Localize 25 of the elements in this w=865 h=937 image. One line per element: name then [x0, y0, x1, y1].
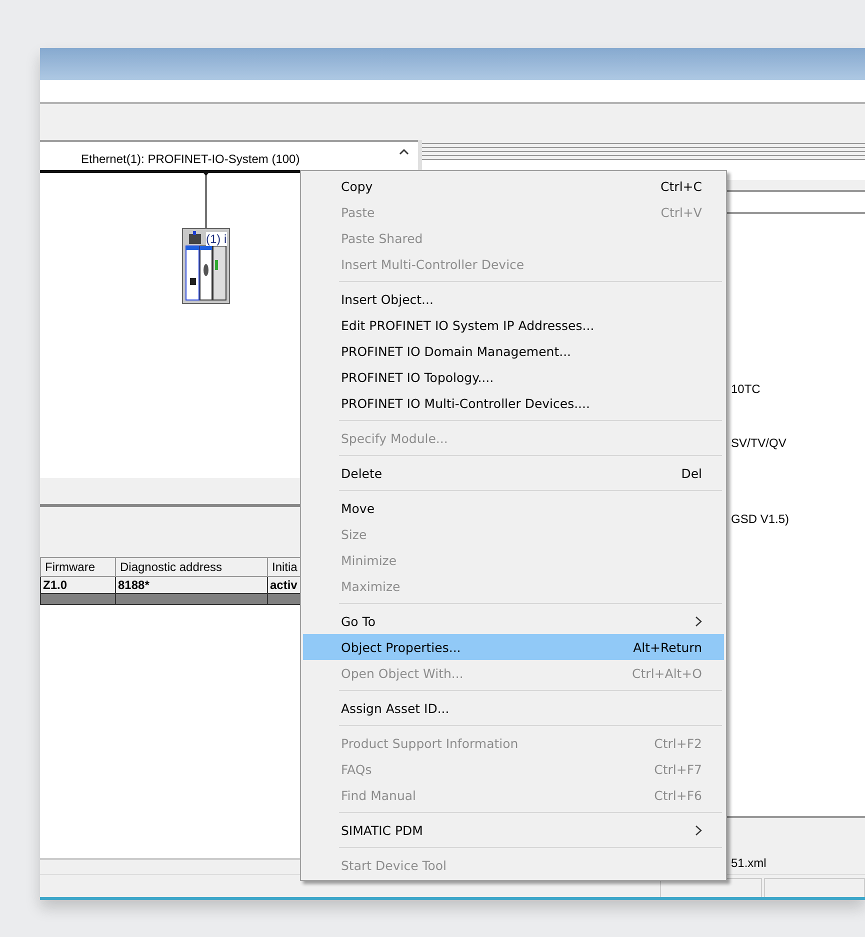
device-label: (1) i — [206, 232, 227, 246]
file-name: 51.xml — [731, 856, 766, 870]
bus-label: Ethernet(1): PROFINET-IO-System (100) — [81, 152, 300, 168]
menu-item[interactable]: SIMATIC PDM — [303, 817, 724, 843]
chevron-right-icon — [695, 616, 702, 626]
device-module-icon[interactable] — [182, 228, 230, 304]
menu-item[interactable]: Delete Del — [303, 460, 724, 486]
menu-item[interactable]: Copy Ctrl+C — [303, 173, 724, 199]
table-cell: 8188* — [116, 576, 268, 594]
menu-item[interactable]: Go To — [303, 608, 724, 634]
menu-item[interactable]: PROFINET IO Topology.... — [303, 364, 724, 390]
menu-item[interactable]: Insert Object... — [303, 286, 724, 312]
menu-item[interactable]: Assign Asset ID... — [303, 695, 724, 721]
menu-item[interactable]: PROFINET IO Domain Management... — [303, 338, 724, 364]
column-header[interactable]: Firmware — [40, 558, 116, 576]
property-text: 10TC — [731, 382, 762, 396]
menu-item[interactable]: Edit PROFINET IO System IP Addresses... — [303, 312, 724, 338]
property-text: SV/TV/QV — [731, 436, 788, 450]
menu-item[interactable]: Object Properties... Alt+Return — [303, 634, 724, 660]
chevron-right-icon — [695, 824, 702, 836]
column-header[interactable]: Diagnostic address — [116, 558, 268, 576]
table-cell: Z1.0 — [40, 576, 116, 594]
property-text: GSD V1.5) — [731, 512, 790, 526]
menu-item[interactable]: PROFINET IO Multi-Controller Devices.... — [303, 390, 724, 416]
menu-item[interactable]: Move — [303, 495, 724, 521]
